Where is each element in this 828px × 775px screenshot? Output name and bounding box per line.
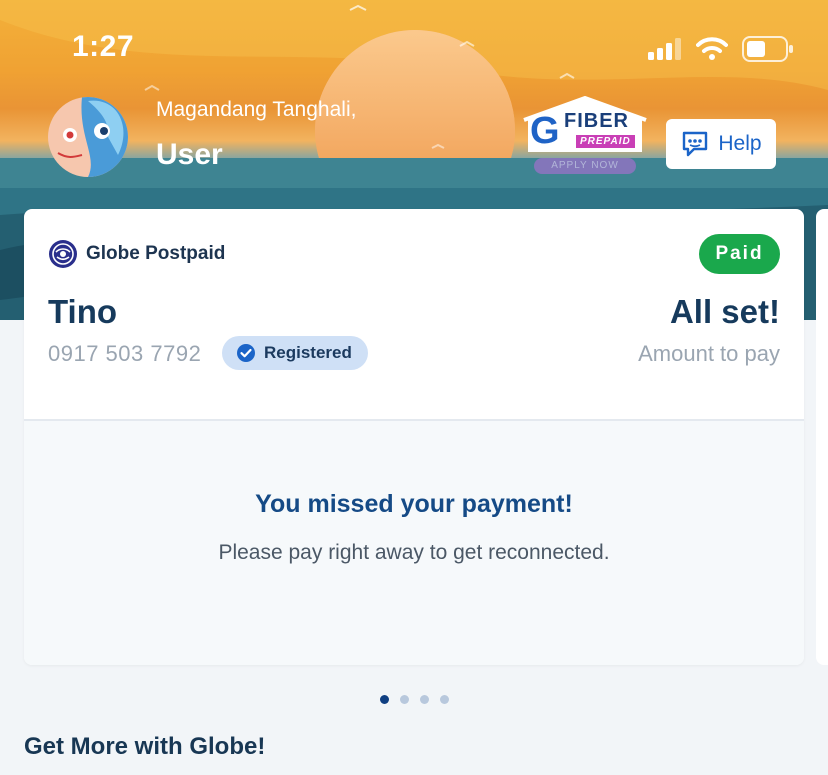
gfiber-letter: G — [530, 110, 560, 152]
next-card-peek[interactable] — [816, 209, 828, 665]
carousel-dot-3[interactable] — [420, 695, 429, 704]
gfiber-cta: APPLY NOW — [534, 158, 636, 174]
account-card[interactable]: Globe Postpaid Paid Tino 0917 503 7792 R… — [24, 209, 804, 665]
brand-row: Globe Postpaid — [48, 239, 225, 269]
wifi-icon — [696, 37, 728, 60]
globe-logo-icon — [49, 240, 77, 268]
signal-icon — [648, 38, 681, 60]
section-title: Get More with Globe! — [24, 733, 266, 760]
chat-help-icon — [683, 131, 708, 157]
account-phone-number: 0917 503 7792 — [48, 341, 202, 366]
registered-badge: Registered — [222, 336, 368, 370]
avatar[interactable] — [48, 97, 128, 177]
status-icons — [648, 36, 794, 62]
carousel-pagination — [380, 695, 449, 704]
paid-status-badge: Paid — [699, 234, 780, 274]
carousel-dot-4[interactable] — [440, 695, 449, 704]
gfiber-prepaid-promo[interactable]: G FIBER PREPAID APPLY NOW — [522, 95, 648, 180]
account-name: Tino — [48, 293, 118, 330]
carousel-dot-2[interactable] — [400, 695, 409, 704]
username-text: User — [156, 138, 223, 171]
face-avatar-icon — [48, 97, 128, 177]
registered-label: Registered — [264, 343, 352, 362]
battery-icon — [742, 36, 793, 62]
check-circle-icon — [237, 344, 255, 362]
greeting-text: Magandang Tanghali, — [156, 98, 357, 121]
payment-alert-section: You missed your payment! Please pay righ… — [24, 419, 804, 665]
carousel-dot-1[interactable] — [380, 695, 389, 704]
brand-name: Globe Postpaid — [86, 243, 226, 264]
help-button[interactable]: Help — [666, 119, 776, 169]
missed-payment-message: Please pay right away to get reconnected… — [218, 541, 610, 564]
gfiber-word: FIBER — [564, 110, 629, 132]
missed-payment-title: You missed your payment! — [255, 490, 573, 518]
balance-title: All set! — [669, 293, 780, 330]
gfiber-tag: PREPAID — [576, 135, 635, 148]
amount-to-pay-label: Amount to pay — [638, 341, 780, 366]
status-time: 1:27 — [72, 30, 135, 63]
help-label: Help — [718, 132, 762, 155]
